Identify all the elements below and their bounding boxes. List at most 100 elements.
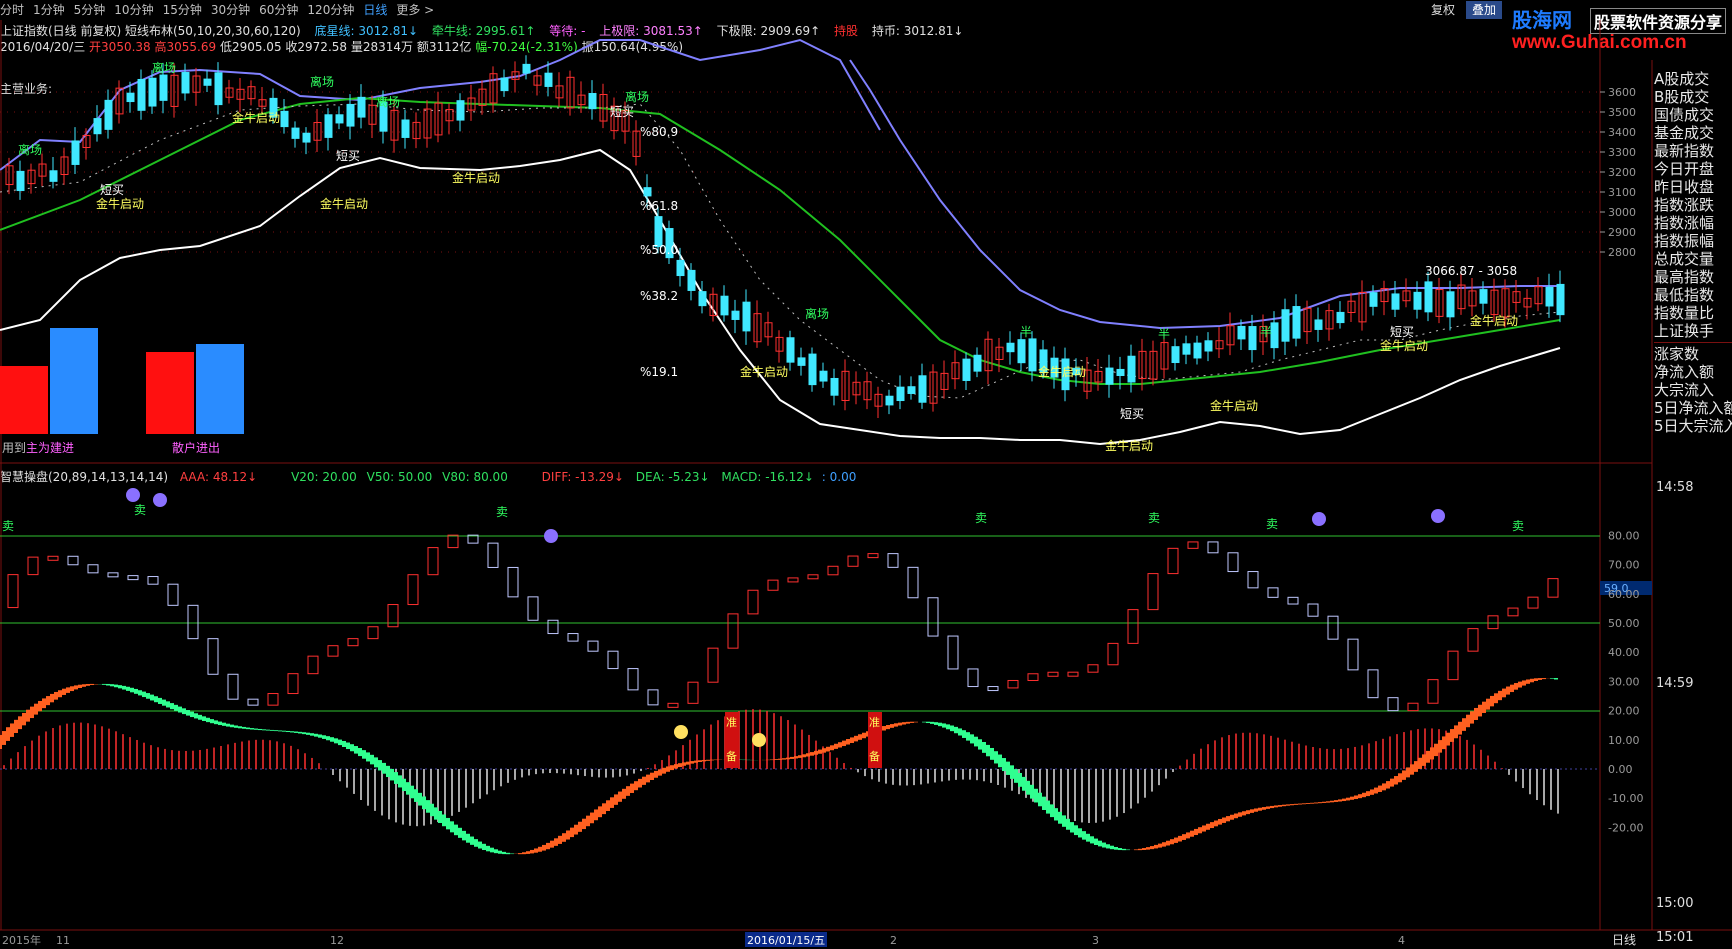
list-item[interactable]: 5日大宗流入 [1654,417,1732,435]
list-item[interactable]: 5日净流入额 [1654,399,1732,417]
candle-body [918,375,927,403]
candle-body [720,295,729,316]
candle-body [71,140,80,165]
candle-body [885,395,894,406]
signal-leave: 离场 [310,74,334,89]
candle-body [1204,340,1213,352]
list-item[interactable]: 大宗流入 [1654,381,1732,399]
indicator-candle [707,647,719,683]
indicator-candle [947,635,959,670]
indicator-candle [1267,587,1279,598]
indicator-candle [1247,571,1259,589]
list-item[interactable]: 今日开盘 [1654,160,1732,178]
list-item[interactable]: 净流入额 [1654,363,1732,381]
fib-level-191: %19.1 [640,365,678,379]
list-item[interactable]: 指数涨跌 [1654,196,1732,214]
retail-label: 散户进出 [172,440,220,455]
candle-body [808,353,817,386]
fib-level-809: %80.9 [640,125,678,139]
list-item[interactable]: 国债成交 [1654,106,1732,124]
fibonacci-levels: %80.9 %61.8 %50.0 %38.2 %19.1 [640,125,678,379]
indicator-axis-label: 30.00 [1608,675,1640,688]
prep-marker-b: 备 [869,749,880,763]
list-item[interactable]: A股成交 [1654,70,1732,88]
time-cursor-label: 2016/01/15/五 [747,934,825,947]
candle-body [49,170,58,182]
capital-label-b: 主为建进 [26,441,74,455]
indicator-candle [127,575,139,581]
indicator-candle [367,626,379,640]
indicator-candle [547,619,559,635]
candle-body [1006,342,1015,353]
list-item[interactable]: 指数涨幅 [1654,214,1732,232]
indicator-candle [1227,552,1239,573]
sell-marker: 卖 [496,505,508,519]
list-item[interactable]: 总成交量 [1654,250,1732,268]
indicator-candle [1507,607,1519,617]
list-item[interactable]: 最低指数 [1654,286,1732,304]
prep-markers: 准 备 准 备 [725,712,882,768]
indicator-candle [1187,541,1199,549]
list-item[interactable]: B股成交 [1654,88,1732,106]
indicator-candle [687,681,699,704]
signal-bull-start: 金牛启动 [232,110,280,125]
list-item[interactable]: 指数量比 [1654,304,1732,322]
price-axis-label: 3200 [1608,166,1636,179]
indicator-candle [427,547,439,576]
candle-body [1391,293,1400,310]
candle-body [907,386,916,394]
indicator-candle [1107,642,1119,666]
list-divider [1654,342,1732,343]
indicator-candle [667,702,679,708]
indicator-candle [727,613,739,649]
candle-body [456,100,465,121]
price-axis-label: 2800 [1608,246,1636,259]
right-data-list: A股成交 B股成交 国债成交 基金成交 最新指数 今日开盘 昨日收盘 指数涨跌 … [1654,70,1732,435]
retail-bar-blue [196,344,244,434]
price-axis-label: 3300 [1608,146,1636,159]
indicator-candle [267,693,279,706]
signal-short-buy: 短买 [100,183,124,197]
list-item[interactable]: 最新指数 [1654,142,1732,160]
signal-bull-start: 金牛启动 [1038,364,1086,379]
candle-body [742,301,751,332]
sad-face-icon [1431,509,1445,523]
sad-face-icon [153,493,167,507]
indicator-axis-label: 10.00 [1608,734,1640,747]
indicator-candle [1327,615,1339,640]
candle-body [698,291,707,307]
list-item[interactable]: 指数振幅 [1654,232,1732,250]
stock-chart[interactable]: %80.9 %61.8 %50.0 %38.2 %19.1 离场 离场 离场 离… [0,0,1732,949]
list-item[interactable]: 最高指数 [1654,268,1732,286]
candle-body [280,110,289,128]
signal-leave: 离场 [625,89,649,104]
candle-body [93,118,102,135]
signal-leave: 离场 [152,60,176,75]
candle-body [1116,368,1125,377]
indicator-candle [227,673,239,700]
candle-body [797,357,806,366]
list-item[interactable]: 基金成交 [1654,124,1732,142]
candle-body [1479,289,1488,304]
list-item[interactable]: 上证换手 [1654,322,1732,340]
fib-level-500: %50.0 [640,243,678,257]
signal-short-buy: 短买 [336,149,360,163]
indicator-candle [307,655,319,675]
indicator-candle [7,574,19,609]
indicator-candle [1167,547,1179,575]
signal-half: 半 [1260,325,1272,339]
time-label: 2015年 [2,933,41,947]
candle-body [1028,338,1037,372]
period-label: 日线 [1612,933,1636,947]
candle-body [291,127,300,139]
smile-face-icon [752,733,766,747]
candle-body [1127,355,1136,383]
indicator-candle [347,638,359,647]
candle-body [104,99,113,130]
signal-bull-start: 金牛启动 [740,364,788,379]
capital-flow-bars: 用到 主为建进 散户进出 [0,328,244,455]
list-item[interactable]: 涨家数 [1654,345,1732,363]
candle-body [203,78,212,86]
list-item[interactable]: 昨日收盘 [1654,178,1732,196]
candle-body [335,114,344,124]
